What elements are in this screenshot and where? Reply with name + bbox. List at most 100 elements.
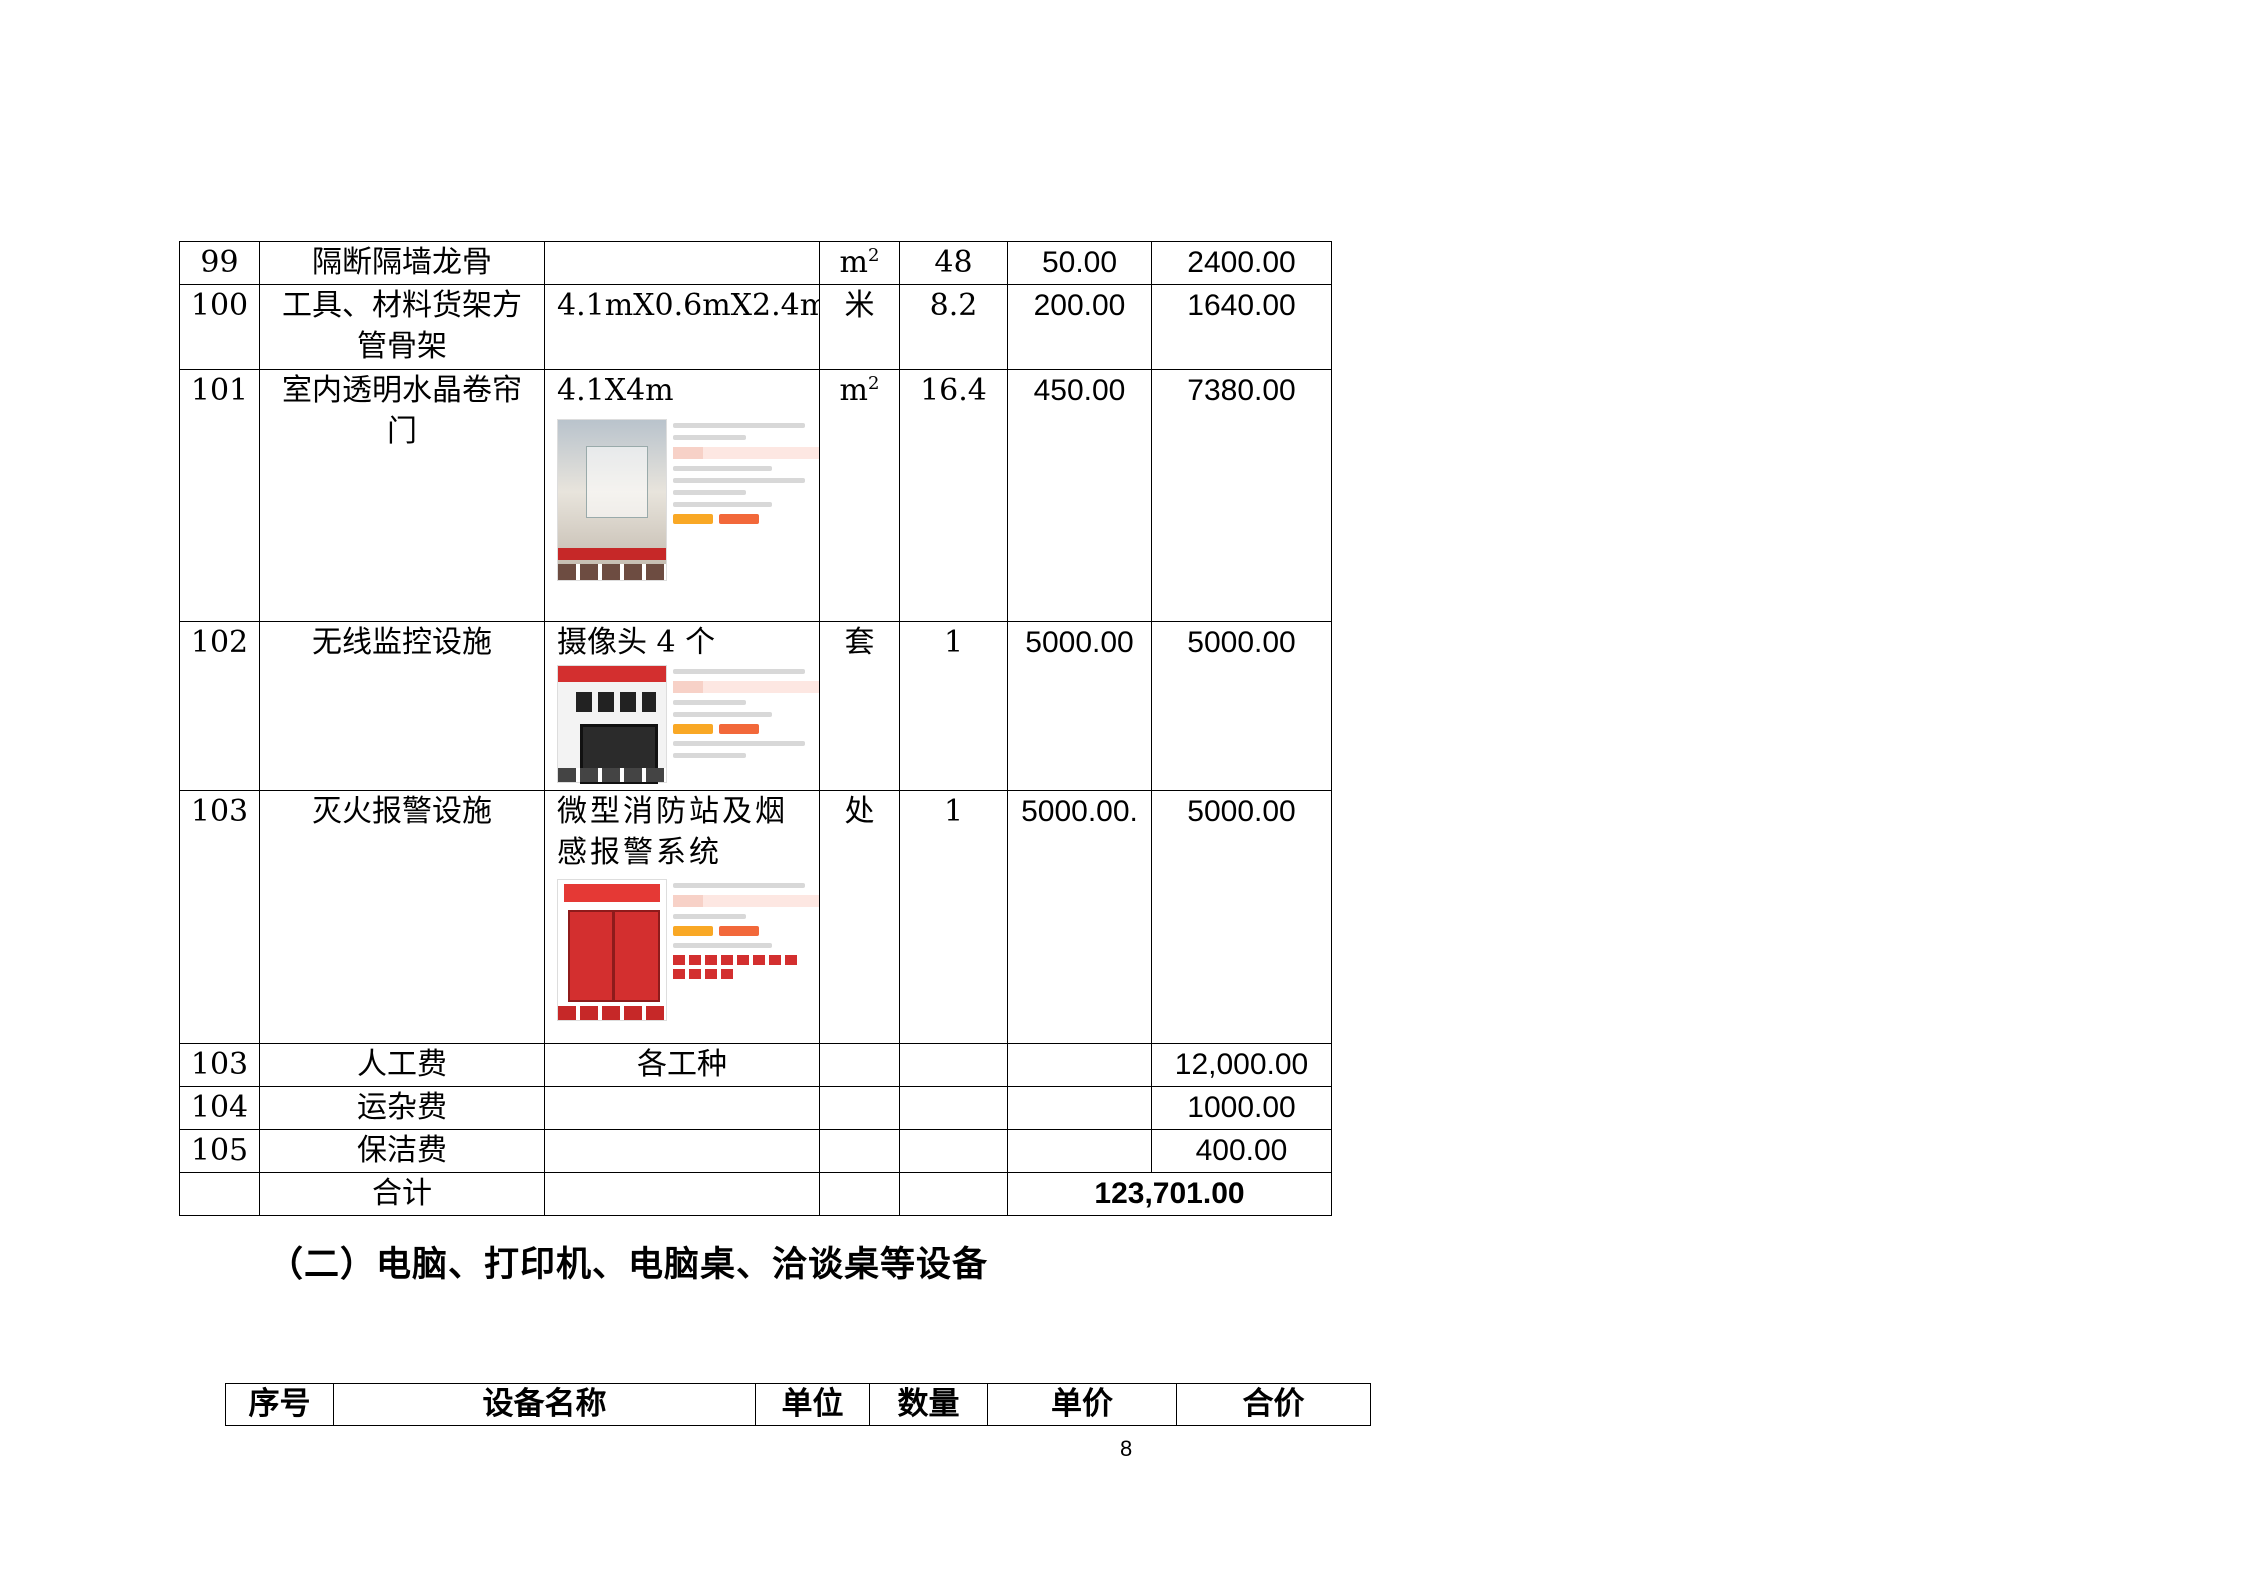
item-spec: 各工种	[544, 1043, 820, 1087]
unit-base: m	[839, 373, 868, 408]
item-name: 室内透明水晶卷帘门	[259, 369, 545, 622]
item-unit: 套	[819, 621, 900, 791]
item-unit-price	[1007, 1086, 1152, 1130]
item-name: 运杂费	[259, 1086, 545, 1130]
item-unit	[819, 1043, 900, 1087]
item-total: 7380.00	[1151, 369, 1332, 622]
unit-base: 套	[844, 625, 875, 660]
item-total: 12,000.00	[1151, 1043, 1332, 1087]
product-photo	[557, 419, 667, 581]
item-unit-price	[1007, 1043, 1152, 1087]
header-equipment-name: 设备名称	[333, 1383, 756, 1426]
item-quantity: 8.2	[899, 284, 1008, 370]
item-spec	[544, 1129, 820, 1173]
item-total: 5000.00	[1151, 790, 1332, 1044]
table-row: 99 隔断隔墙龙骨 m2 48 50.00 2400.00	[179, 241, 1332, 285]
item-total: 1000.00	[1151, 1086, 1332, 1130]
header-serial-number: 序号	[225, 1383, 334, 1426]
summary-qty	[899, 1172, 1008, 1216]
product-photo	[557, 665, 667, 784]
row-number: 104	[179, 1086, 260, 1130]
item-spec: 4.1mX0.6mX2.4m	[544, 284, 820, 370]
item-unit-price: 450.00	[1007, 369, 1152, 622]
row-number: 100	[179, 284, 260, 370]
item-total: 2400.00	[1151, 241, 1332, 285]
item-quantity: 16.4	[899, 369, 1008, 622]
product-listing-details	[673, 879, 819, 1019]
item-quantity	[899, 1043, 1008, 1087]
product-listing-details	[673, 419, 819, 579]
product-listing-details	[673, 665, 819, 781]
item-unit	[819, 1086, 900, 1130]
row-number: 103	[179, 1043, 260, 1087]
table-row: 102 无线监控设施 摄像头 4 个 套 1 5000.00 5000.00	[179, 621, 1332, 791]
item-total: 5000.00	[1151, 621, 1332, 791]
item-unit-price: 200.00	[1007, 284, 1152, 370]
header-total-price: 合价	[1176, 1383, 1371, 1426]
item-unit-price: 5000.00.	[1007, 790, 1152, 1044]
wireless-camera-kit-product-screenshot-icon	[557, 665, 819, 784]
header-unit: 单位	[755, 1383, 870, 1426]
header-quantity: 数量	[869, 1383, 988, 1426]
unit-exponent: 2	[868, 245, 880, 266]
equipment-table-header: 序号 设备名称 单位 数量 单价 合价	[225, 1383, 1371, 1426]
table-row: 101 室内透明水晶卷帘门 4.1X4m m2 16.4 450.00 7380…	[179, 369, 1332, 622]
row-number: 103	[179, 790, 260, 1044]
grand-total: 123,701.00	[1007, 1172, 1332, 1216]
row-number: 105	[179, 1129, 260, 1173]
unit-exponent: 2	[868, 373, 880, 394]
item-unit: 处	[819, 790, 900, 1044]
item-spec-text: 微型消防站及烟感报警系统	[557, 794, 788, 870]
row-number: 102	[179, 621, 260, 791]
item-quantity: 1	[899, 621, 1008, 791]
item-spec	[544, 241, 820, 285]
item-name: 无线监控设施	[259, 621, 545, 791]
item-quantity: 48	[899, 241, 1008, 285]
table-row: 100 工具、材料货架方管骨架 4.1mX0.6mX2.4m 米 8.2 200…	[179, 284, 1332, 370]
item-spec-text: 4.1X4m	[557, 373, 674, 408]
summary-spec	[544, 1172, 820, 1216]
item-unit-price	[1007, 1129, 1152, 1173]
item-name: 工具、材料货架方管骨架	[259, 284, 545, 370]
item-unit: 米	[819, 284, 900, 370]
table-row: 103 灭火报警设施 微型消防站及烟感报警系统 处 1 5000.00. 500…	[179, 790, 1332, 1044]
item-name: 保洁费	[259, 1129, 545, 1173]
item-total: 400.00	[1151, 1129, 1332, 1173]
row-number: 101	[179, 369, 260, 622]
item-name: 灭火报警设施	[259, 790, 545, 1044]
roller-door-product-screenshot-icon	[557, 419, 819, 581]
summary-row: 合计 123,701.00	[179, 1172, 1332, 1216]
item-unit-price: 5000.00	[1007, 621, 1152, 791]
unit-base: 米	[844, 288, 875, 323]
item-spec: 4.1X4m	[544, 369, 820, 622]
item-spec: 微型消防站及烟感报警系统	[544, 790, 820, 1044]
header-unit-price: 单价	[987, 1383, 1177, 1426]
summary-label: 合计	[259, 1172, 545, 1216]
unit-base: m	[839, 245, 868, 280]
item-total: 1640.00	[1151, 284, 1332, 370]
header-row: 序号 设备名称 单位 数量 单价 合价	[225, 1383, 1371, 1426]
page-number: 8	[1120, 1436, 1133, 1461]
unit-base: 处	[844, 794, 875, 829]
item-spec-text: 摄像头 4 个	[557, 625, 716, 660]
item-quantity	[899, 1129, 1008, 1173]
row-number: 99	[179, 241, 260, 285]
table-row: 103 人工费 各工种 12,000.00	[179, 1043, 1332, 1087]
item-spec	[544, 1086, 820, 1130]
item-unit-price: 50.00	[1007, 241, 1152, 285]
item-spec: 摄像头 4 个	[544, 621, 820, 791]
item-quantity: 1	[899, 790, 1008, 1044]
item-unit: m2	[819, 241, 900, 285]
item-name: 人工费	[259, 1043, 545, 1087]
summary-unit	[819, 1172, 900, 1216]
item-name: 隔断隔墙龙骨	[259, 241, 545, 285]
product-photo	[557, 879, 667, 1021]
item-unit	[819, 1129, 900, 1173]
summary-number	[179, 1172, 260, 1216]
quotation-table: 99 隔断隔墙龙骨 m2 48 50.00 2400.00 100 工具、材料货…	[179, 241, 1332, 1216]
fire-station-cabinet-product-screenshot-icon	[557, 879, 819, 1021]
table-row: 104 运杂费 1000.00	[179, 1086, 1332, 1130]
section-title: （二）电脑、打印机、电脑桌、洽谈桌等设备	[268, 1244, 989, 1285]
table-row: 105 保洁费 400.00	[179, 1129, 1332, 1173]
item-unit: m2	[819, 369, 900, 622]
